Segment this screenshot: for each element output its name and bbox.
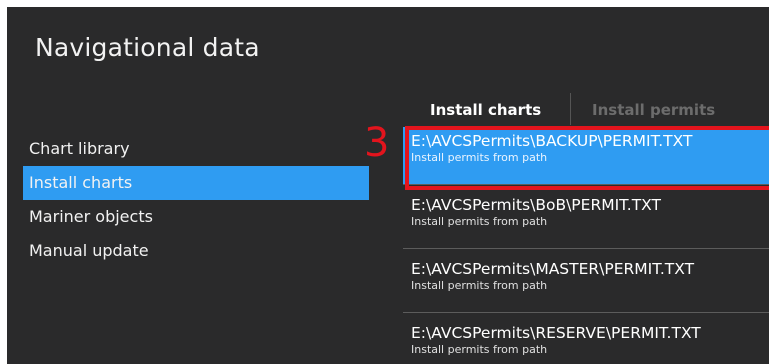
tab-install-charts[interactable]: Install charts bbox=[430, 97, 541, 123]
navigational-data-window: Navigational data Chart library Install … bbox=[7, 7, 769, 364]
tab-divider bbox=[570, 93, 571, 125]
list-item[interactable]: E:\AVCSPermits\BACKUP\PERMIT.TXT Install… bbox=[403, 127, 769, 185]
permit-path: E:\AVCSPermits\MASTER\PERMIT.TXT bbox=[411, 260, 695, 278]
permit-subtitle: Install permits from path bbox=[411, 343, 548, 356]
sidebar-item-chart-library[interactable]: Chart library bbox=[23, 132, 369, 166]
permit-path: E:\AVCSPermits\RESERVE\PERMIT.TXT bbox=[411, 324, 701, 342]
list-item[interactable]: E:\AVCSPermits\RESERVE\PERMIT.TXT Instal… bbox=[403, 319, 769, 364]
sidebar-item-manual-update[interactable]: Manual update bbox=[23, 234, 369, 268]
page-title: Navigational data bbox=[35, 33, 260, 62]
permit-path: E:\AVCSPermits\BACKUP\PERMIT.TXT bbox=[411, 132, 693, 150]
step-number-annotation: 3 bbox=[364, 120, 390, 166]
sidebar-item-mariner-objects[interactable]: Mariner objects bbox=[23, 200, 369, 234]
tab-install-permits[interactable]: Install permits bbox=[592, 97, 715, 123]
sidebar-nav: Chart library Install charts Mariner obj… bbox=[23, 132, 369, 268]
list-item[interactable]: E:\AVCSPermits\MASTER\PERMIT.TXT Install… bbox=[403, 255, 769, 313]
permit-subtitle: Install permits from path bbox=[411, 279, 548, 292]
permit-path-list: E:\AVCSPermits\BACKUP\PERMIT.TXT Install… bbox=[403, 127, 769, 364]
permit-subtitle: Install permits from path bbox=[411, 215, 548, 228]
permit-subtitle: Install permits from path bbox=[411, 151, 548, 164]
list-item[interactable]: E:\AVCSPermits\BoB\PERMIT.TXT Install pe… bbox=[403, 191, 769, 249]
permit-path: E:\AVCSPermits\BoB\PERMIT.TXT bbox=[411, 196, 661, 214]
sidebar-item-install-charts[interactable]: Install charts bbox=[23, 166, 369, 200]
